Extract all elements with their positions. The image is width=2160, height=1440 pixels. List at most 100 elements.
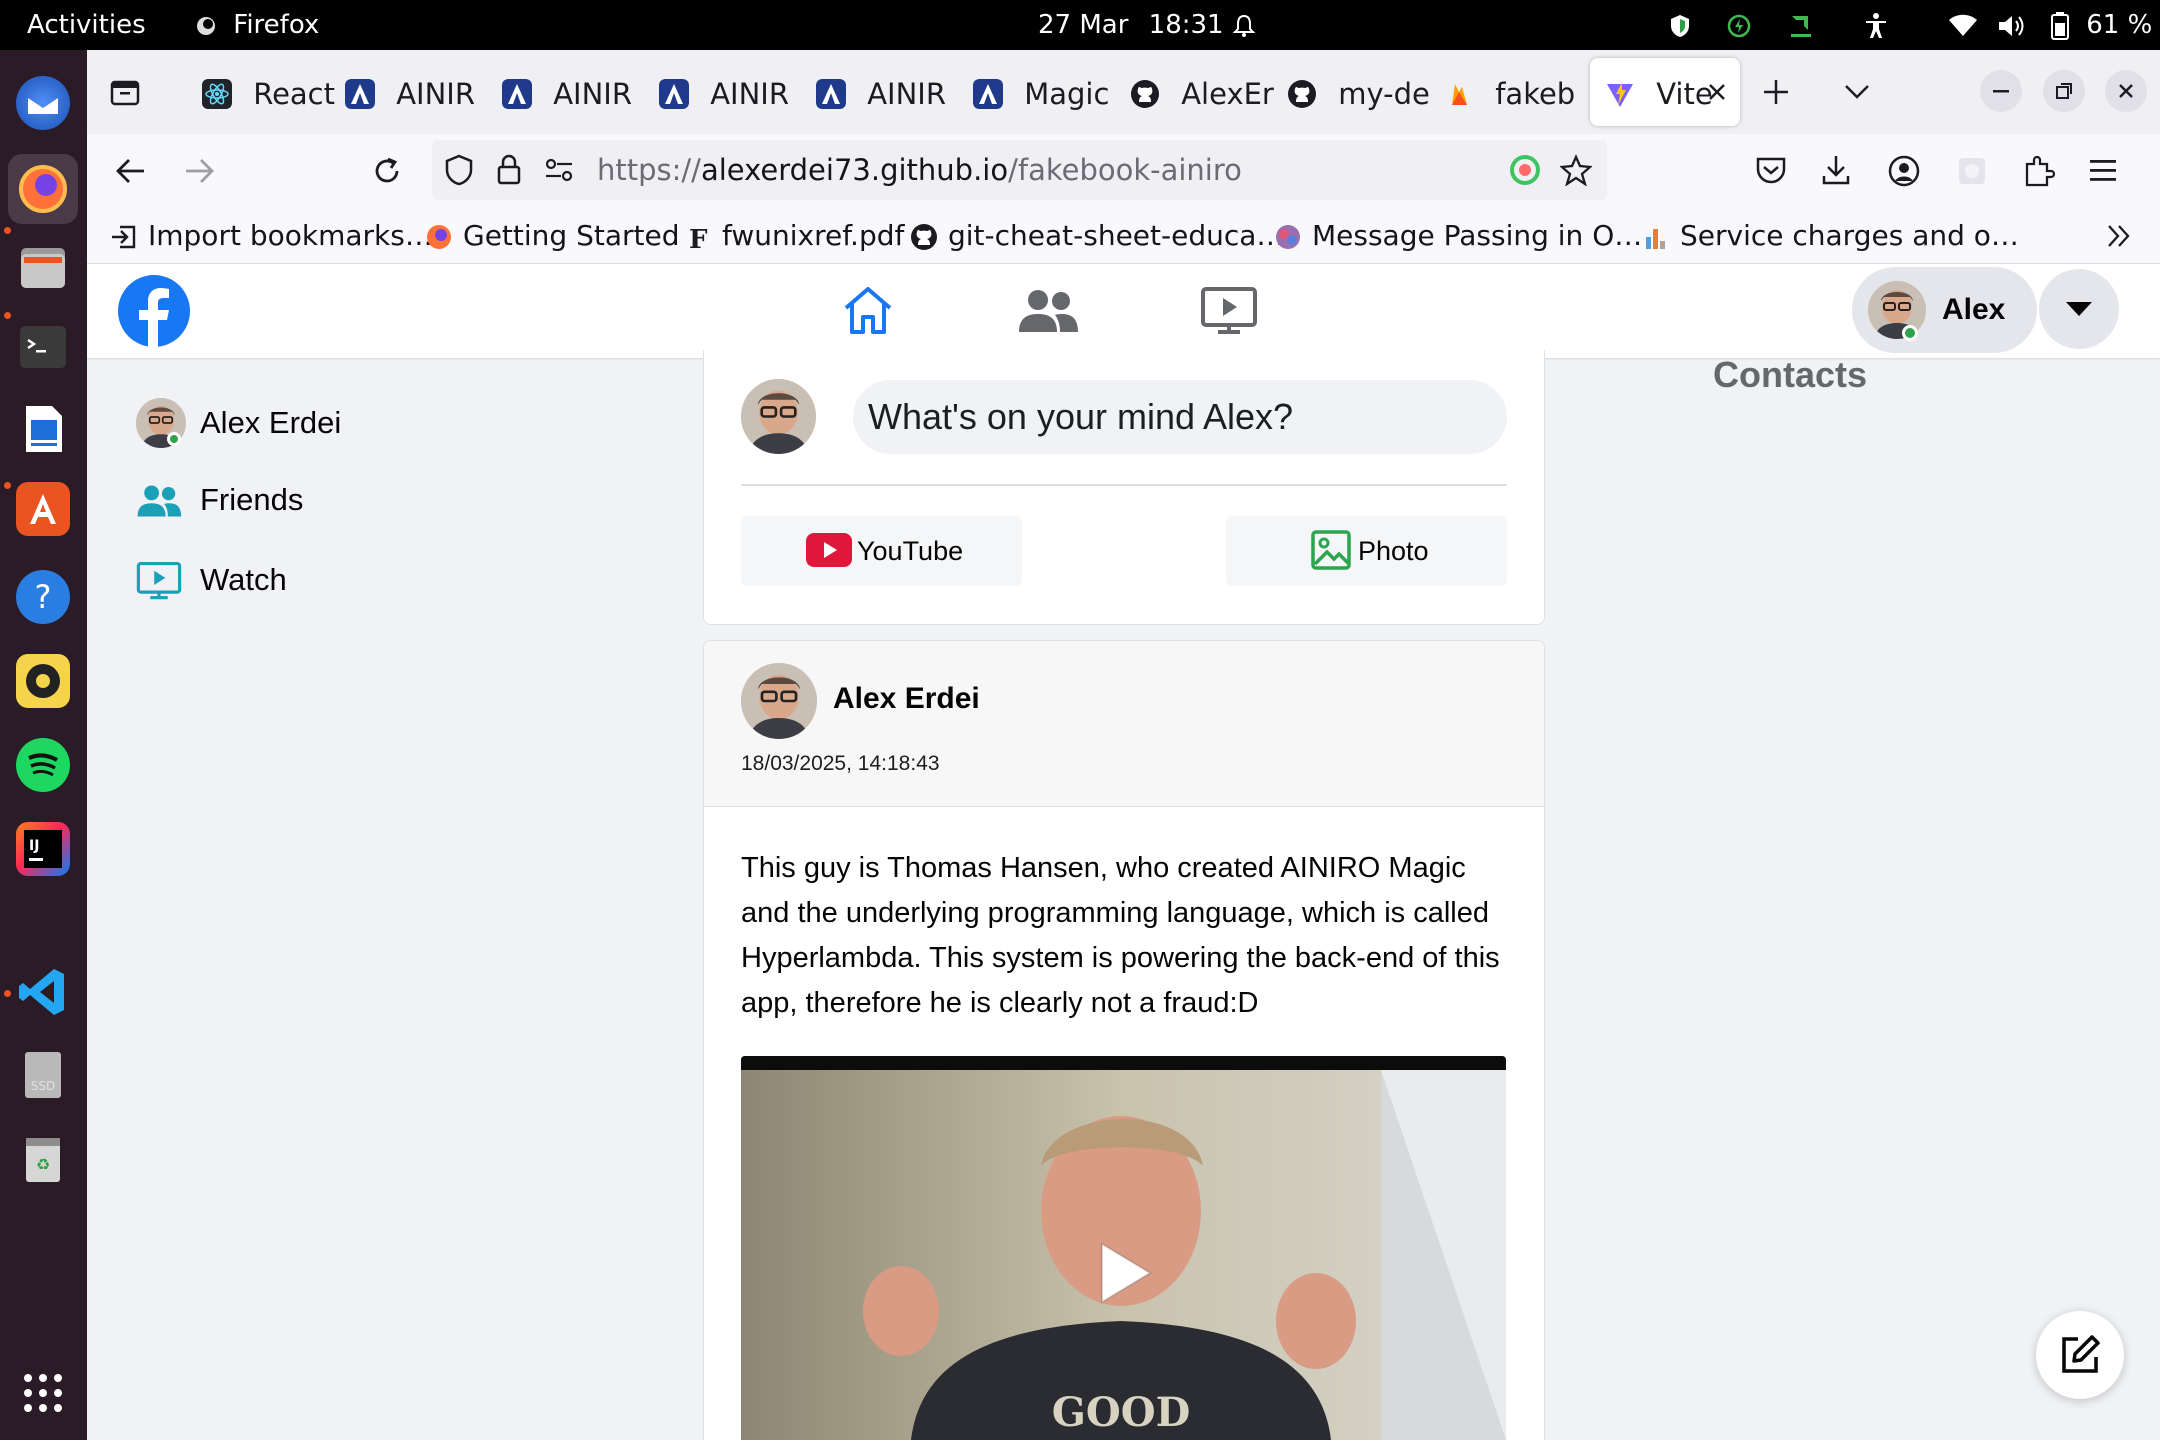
ainiro-icon — [502, 79, 532, 109]
tab-ainiro-3[interactable]: AINIR — [659, 58, 809, 126]
new-tab-icon[interactable] — [1762, 78, 1790, 106]
composer-input[interactable]: What's on your mind Alex? — [853, 380, 1507, 454]
play-icon[interactable] — [1098, 1240, 1154, 1306]
url-bar[interactable]: https://alexerdei73.github.io/fakebook-a… — [432, 140, 1607, 200]
tab-magic[interactable]: Magic — [973, 58, 1123, 126]
account-menu-button[interactable] — [2039, 269, 2119, 349]
restore-button[interactable] — [2043, 70, 2085, 112]
import-icon — [112, 225, 136, 249]
show-apps-icon[interactable] — [16, 1366, 70, 1420]
extension-grey-icon[interactable] — [1957, 156, 1987, 186]
fb-tab-friends[interactable] — [958, 264, 1138, 358]
svg-text:IJ: IJ — [29, 838, 39, 854]
app-center-icon[interactable] — [16, 482, 70, 536]
profile-chip[interactable]: Alex — [1852, 267, 2037, 353]
url-path: /fakebook-ainiro — [1008, 153, 1242, 187]
minimize-button[interactable] — [1980, 70, 2022, 112]
friends-icon — [137, 485, 182, 517]
shield-tray-icon[interactable] — [1668, 0, 1692, 50]
youtube-button[interactable]: YouTube — [741, 516, 1022, 586]
permissions-icon[interactable] — [544, 157, 574, 183]
tab-bar: React AINIR AINIR AINIR AINIR Magic Alex… — [87, 50, 2160, 134]
help-icon[interactable]: ? — [16, 570, 70, 624]
forward-arrow-icon[interactable] — [183, 156, 215, 186]
firefox-icon[interactable] — [8, 154, 78, 224]
fb-header: Alex — [87, 264, 2160, 358]
facebook-logo-icon[interactable] — [118, 275, 190, 347]
avatar[interactable] — [741, 663, 817, 739]
close-icon — [2119, 84, 2133, 98]
hamburger-menu-icon[interactable] — [2090, 158, 2118, 184]
more-bookmarks-chevron-icon[interactable] — [2105, 222, 2133, 250]
tab-github-alexerdei[interactable]: AlexEr — [1130, 58, 1280, 126]
writer-icon[interactable] — [16, 402, 70, 456]
tab-ainiro-2[interactable]: AINIR — [502, 58, 652, 126]
tracking-shield-icon[interactable] — [444, 154, 474, 186]
bookmark-message-passing[interactable]: Message Passing in O… — [1274, 208, 1642, 264]
url-text[interactable]: https://alexerdei73.github.io/fakebook-a… — [597, 140, 1242, 200]
bookmark-getting-started[interactable]: Getting Started — [425, 208, 679, 264]
photo-button[interactable]: Photo — [1226, 516, 1507, 586]
fb-tab-home[interactable] — [778, 264, 958, 358]
app-menu[interactable]: Firefox — [195, 0, 319, 50]
bookmark-import[interactable]: Import bookmarks… — [110, 208, 433, 264]
pdf-icon: F — [689, 225, 708, 251]
terminal-icon[interactable] — [16, 320, 70, 374]
tab-label: fakeb — [1495, 77, 1576, 111]
extensions-puzzle-icon[interactable] — [2023, 154, 2055, 188]
restore-icon — [2056, 83, 2072, 99]
vscode-icon[interactable] — [16, 965, 70, 1019]
account-icon[interactable] — [1887, 154, 1921, 188]
bookmark-star-icon[interactable] — [1560, 154, 1592, 186]
bookmark-service-charges[interactable]: Service charges and o… — [1642, 208, 2019, 264]
download-icon[interactable] — [1821, 154, 1851, 186]
tab-label: AINIR — [396, 77, 476, 111]
amd-tray-icon[interactable] — [1788, 0, 1814, 50]
close-tab-icon[interactable] — [1708, 83, 1726, 101]
list-tabs-chevron-down-icon[interactable] — [1843, 80, 1871, 102]
close-window-button[interactable] — [2105, 70, 2147, 112]
extension-colorful-icon[interactable] — [1509, 154, 1541, 186]
profile-name: Alex — [1942, 293, 2006, 326]
tab-firebase[interactable]: fakeb — [1444, 58, 1594, 126]
thunderbird-icon[interactable] — [16, 76, 70, 130]
ainiro-icon — [345, 79, 375, 109]
back-arrow-icon[interactable] — [115, 156, 147, 186]
tab-vite-active[interactable]: Vite — [1590, 58, 1740, 126]
post-author-name[interactable]: Alex Erdei — [833, 682, 980, 716]
new-message-button[interactable] — [2036, 1311, 2124, 1399]
pocket-icon[interactable] — [1755, 156, 1787, 186]
power-tray-icon[interactable] — [1726, 0, 1752, 50]
reload-icon[interactable] — [371, 155, 403, 187]
tab-github-my-de[interactable]: my-de — [1287, 58, 1437, 126]
bookmark-git-cheat-sheet[interactable]: git-cheat-sheet-educa… — [910, 208, 1284, 264]
video-player[interactable]: GOOD — [741, 1056, 1506, 1440]
bookmark-fwunixref[interactable]: Ffwunixref.pdf — [684, 208, 904, 264]
spotify-icon[interactable] — [16, 738, 70, 792]
notification-bell-icon[interactable] — [1232, 0, 1256, 50]
accessibility-icon[interactable] — [1863, 0, 1889, 50]
bookmark-label: Service charges and o… — [1680, 219, 2019, 252]
trash-icon[interactable]: ♻ — [16, 1132, 70, 1186]
sidebar-item-label: Friends — [200, 482, 304, 517]
battery-indicator[interactable]: 61 % — [2050, 0, 2152, 50]
tab-ainiro-4[interactable]: AINIR — [816, 58, 966, 126]
lock-icon[interactable] — [496, 154, 522, 186]
ssd-drive-icon[interactable]: SSD — [16, 1048, 70, 1102]
tab-react[interactable]: React — [187, 58, 337, 126]
files-icon[interactable] — [16, 240, 70, 294]
bookmark-label: Import bookmarks… — [148, 219, 433, 252]
activities-button[interactable]: Activities — [27, 0, 146, 50]
svg-text:♻: ♻ — [36, 1155, 50, 1174]
tab-ainiro-1[interactable]: AINIR — [345, 58, 495, 126]
firefox-view-icon[interactable] — [109, 76, 141, 108]
fb-tab-watch[interactable] — [1138, 264, 1318, 358]
rhythmbox-icon[interactable] — [16, 654, 70, 708]
intellij-icon[interactable]: IJ — [16, 822, 70, 876]
clock[interactable]: 27 Mar 18:31 — [1038, 0, 1224, 50]
wifi-icon[interactable] — [1948, 0, 1978, 50]
volume-icon[interactable] — [1996, 0, 2026, 50]
bookmark-label: git-cheat-sheet-educa… — [948, 219, 1285, 252]
app-name: Firefox — [233, 10, 320, 40]
url-host: alexerdei73.github.io — [700, 153, 1009, 187]
